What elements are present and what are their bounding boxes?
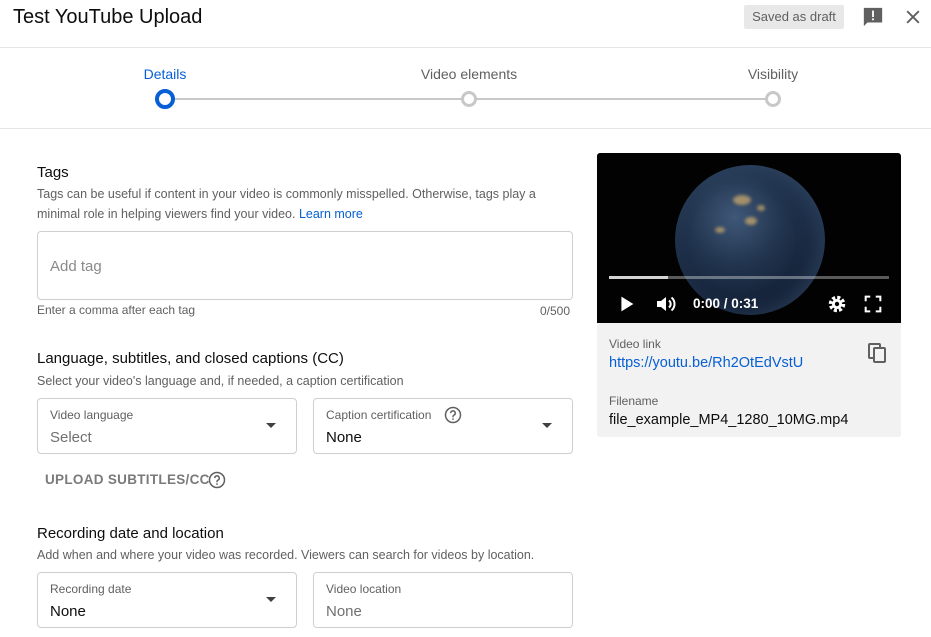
- video-frame-earth: [675, 165, 825, 315]
- video-language-select[interactable]: Video language Select: [37, 398, 297, 454]
- video-link[interactable]: https://youtu.be/Rh2OtEdVstU: [609, 355, 803, 371]
- caption-certification-label: Caption certification: [326, 408, 432, 422]
- feedback-icon[interactable]: [862, 6, 884, 28]
- dropdown-arrow-icon: [266, 597, 276, 602]
- close-icon[interactable]: [903, 7, 923, 27]
- dialog-header: Test YouTube Upload Saved as draft: [0, 0, 931, 48]
- recording-heading: Recording date and location: [37, 525, 224, 542]
- upload-subtitles-button[interactable]: UPLOAD SUBTITLES/CC: [45, 472, 210, 487]
- help-icon[interactable]: [208, 471, 226, 489]
- upload-stepper: Details Video elements Visibility: [0, 49, 931, 129]
- tags-heading: Tags: [37, 164, 69, 181]
- fullscreen-icon[interactable]: [862, 293, 884, 315]
- help-icon[interactable]: [444, 406, 462, 424]
- recording-date-label: Recording date: [50, 582, 132, 596]
- video-progress-fill: [609, 276, 668, 279]
- video-player[interactable]: 0:00 / 0:31: [597, 153, 901, 323]
- step-dot-visibility[interactable]: [765, 91, 781, 107]
- tags-description: Tags can be useful if content in your vi…: [37, 184, 567, 224]
- tags-description-text: Tags can be useful if content in your vi…: [37, 187, 536, 221]
- volume-icon[interactable]: [654, 292, 678, 316]
- video-language-value: Select: [50, 429, 92, 446]
- dropdown-arrow-icon: [266, 423, 276, 428]
- tags-counter: 0/500: [540, 304, 571, 318]
- saved-as-draft-badge: Saved as draft: [744, 5, 844, 29]
- video-preview-card: 0:00 / 0:31 Video link https://youtu.be/…: [597, 153, 901, 437]
- video-location-input[interactable]: Video location None: [313, 572, 573, 628]
- tags-input[interactable]: Add tag: [37, 231, 573, 300]
- video-location-placeholder: None: [326, 603, 362, 620]
- filename-value: file_example_MP4_1280_10MG.mp4: [609, 412, 849, 428]
- video-progress-bar[interactable]: [609, 276, 889, 279]
- copy-icon[interactable]: [865, 341, 889, 365]
- filename-label: Filename: [609, 394, 659, 408]
- video-time: 0:00 / 0:31: [693, 296, 759, 311]
- tab-visibility[interactable]: Visibility: [748, 66, 798, 82]
- recording-description: Add when and where your video was record…: [37, 548, 535, 562]
- step-dot-video-elements[interactable]: [461, 91, 477, 107]
- language-heading: Language, subtitles, and closed captions…: [37, 350, 344, 367]
- video-language-label: Video language: [50, 408, 134, 422]
- language-description: Select your video's language and, if nee…: [37, 374, 404, 388]
- tags-hint: Enter a comma after each tag: [37, 303, 196, 317]
- video-link-label: Video link: [609, 337, 661, 351]
- caption-certification-select[interactable]: Caption certification None: [313, 398, 573, 454]
- recording-date-value: None: [50, 603, 86, 620]
- tab-details[interactable]: Details: [144, 66, 187, 82]
- play-icon[interactable]: [615, 293, 637, 315]
- tags-input-placeholder: Add tag: [50, 258, 102, 275]
- dialog-title: Test YouTube Upload: [13, 6, 203, 28]
- tab-video-elements[interactable]: Video elements: [421, 66, 517, 82]
- caption-certification-value: None: [326, 429, 362, 446]
- learn-more-link[interactable]: Learn more: [299, 207, 363, 221]
- video-location-label: Video location: [326, 582, 402, 596]
- dropdown-arrow-icon: [542, 423, 552, 428]
- step-dot-details[interactable]: [155, 89, 175, 109]
- gear-icon[interactable]: [826, 293, 848, 315]
- recording-date-select[interactable]: Recording date None: [37, 572, 297, 628]
